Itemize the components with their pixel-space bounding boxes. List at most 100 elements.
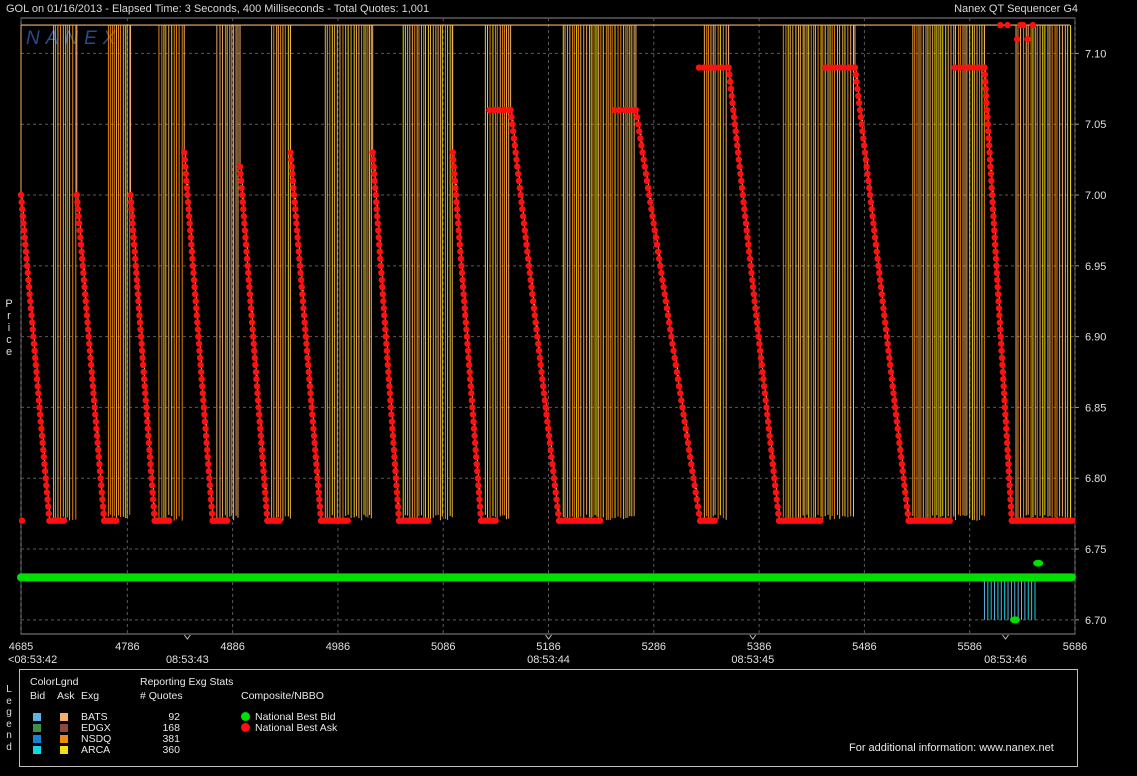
nbbo-ask-point: [768, 446, 775, 454]
nbbo-ask-point: [643, 177, 651, 185]
nbbo-ask-point: [988, 184, 995, 192]
nbbo-ask-point: [295, 248, 302, 255]
nbbo-ask-point: [1069, 517, 1076, 524]
nbbo-ask-point: [1005, 460, 1012, 468]
nbbo-ask-point: [538, 368, 545, 376]
nbbo-ask-point: [540, 390, 548, 397]
nbbo-ask-point: [694, 503, 702, 510]
nbbo-ask-point: [871, 234, 879, 241]
nbbo-ask-point: [44, 496, 51, 503]
nbbo-ask-point: [893, 418, 901, 425]
nbbo-ask-point: [985, 135, 992, 142]
nbbo-ask-point: [996, 312, 1003, 319]
nbbo-ask-point: [881, 319, 889, 326]
nbbo-ask-point: [853, 78, 860, 85]
nbbo-ask-point: [377, 262, 384, 270]
nbbo-ask-point: [134, 283, 141, 291]
nbbo-ask-point: [524, 248, 531, 255]
nbbo-ask-point: [260, 467, 267, 475]
nbbo-ask-point: [98, 489, 106, 496]
nbbo-ask-point: [289, 170, 296, 177]
nbbo-ask-point: [982, 78, 989, 85]
time-marker: [749, 634, 757, 640]
nbbo-ask-point: [528, 283, 535, 291]
time-marker: [183, 634, 191, 640]
nbbo-ask-point: [661, 290, 668, 298]
nbbo-ask-point: [531, 312, 539, 319]
nbbo-ask-point: [294, 241, 302, 248]
nbbo-ask-point: [732, 128, 739, 135]
nbbo-ask-point: [87, 354, 94, 362]
nbbo-ask-point: [664, 312, 672, 319]
nbbo-ask-point: [544, 425, 552, 432]
nbbo-ask-point: [387, 404, 395, 411]
nbbo-ask-point: [263, 510, 271, 517]
nbbo-ask-point: [20, 220, 27, 227]
nbbo-ask-point: [200, 397, 207, 404]
nbbo-ask-point: [83, 305, 90, 312]
nbbo-ask-point: [474, 475, 482, 482]
nbbo-ask-point: [391, 453, 398, 461]
nbbo-ask-point: [294, 234, 301, 241]
nbbo-ask-point: [373, 198, 380, 206]
nbbo-ask-point: [749, 283, 757, 291]
nbbo-ask-point: [90, 390, 97, 397]
nbbo-ask-point: [597, 517, 604, 524]
nbbo-ask-point: [759, 368, 766, 376]
nbbo-ask-point: [287, 149, 294, 156]
nbbo-ask-point: [1003, 432, 1010, 439]
x-tick-label: 5486: [852, 641, 876, 653]
nbbo-ask-point: [749, 276, 756, 284]
nbbo-ask-point: [90, 397, 98, 404]
nbbo-ask-point: [463, 333, 471, 340]
nbbo-ask-point: [136, 319, 144, 326]
nbbo-ask-point: [756, 340, 763, 347]
nbbo-ask-point: [946, 517, 954, 524]
nbbo-ask-point: [374, 213, 381, 220]
nbbo-ask-point: [477, 510, 484, 517]
nbbo-ask-point: [533, 326, 540, 333]
nbbo-ask-point: [872, 241, 880, 248]
nbbo-ask-point: [652, 234, 660, 241]
nbbo-ask-point: [476, 496, 483, 503]
nbbo-ask-point: [460, 298, 468, 305]
nbbo-ask-point: [987, 170, 995, 177]
nbbo-ask-point: [38, 432, 46, 439]
nbbo-ask-point: [546, 439, 554, 447]
nbbo-ask-point: [135, 305, 143, 312]
nbbo-ask-point: [194, 319, 201, 326]
nbbo-ask-point: [473, 460, 480, 468]
nbbo-ask-point: [520, 220, 528, 227]
nbbo-ask-point: [990, 220, 998, 227]
nbbo-ask-point: [985, 142, 993, 149]
nbbo-ask-point: [344, 517, 351, 524]
nbbo-ask-point: [642, 170, 650, 177]
legend-composite-title: Composite/NBBO: [241, 690, 324, 702]
nbbo-ask-point: [238, 184, 245, 192]
nbbo-ask-point: [384, 354, 391, 362]
nbbo-ask-point: [201, 411, 208, 418]
nbbo-ask-point: [313, 467, 321, 475]
nbbo-ask-point: [370, 163, 377, 170]
nbbo-ask-point: [878, 290, 885, 298]
nbbo-ask-point: [202, 425, 209, 432]
nbbo-ask-point: [182, 170, 190, 177]
nbbo-ask-point: [30, 333, 37, 340]
nbbo-ask-point: [208, 503, 215, 510]
nbbo-ask-point: [1005, 467, 1013, 475]
nbbo-ask-point: [42, 475, 49, 482]
nbbo-ask-point: [128, 213, 136, 220]
nbbo-ask-point: [96, 460, 103, 468]
nbbo-ask-point: [765, 425, 773, 432]
nbbo-ask-point: [43, 482, 50, 489]
nbbo-ask-point: [251, 354, 258, 362]
nbbo-ask-point: [20, 227, 28, 234]
nbbo-ask-point: [28, 312, 35, 319]
nbbo-ask-point: [242, 241, 250, 248]
nbbo-ask-point: [740, 198, 747, 206]
nbbo-ask-point: [138, 347, 146, 354]
nbbo-ask-point: [1007, 496, 1014, 503]
nbbo-ask-point: [378, 276, 385, 284]
nbbo-ask-point: [252, 368, 260, 376]
nbbo-ask-point: [33, 368, 40, 376]
